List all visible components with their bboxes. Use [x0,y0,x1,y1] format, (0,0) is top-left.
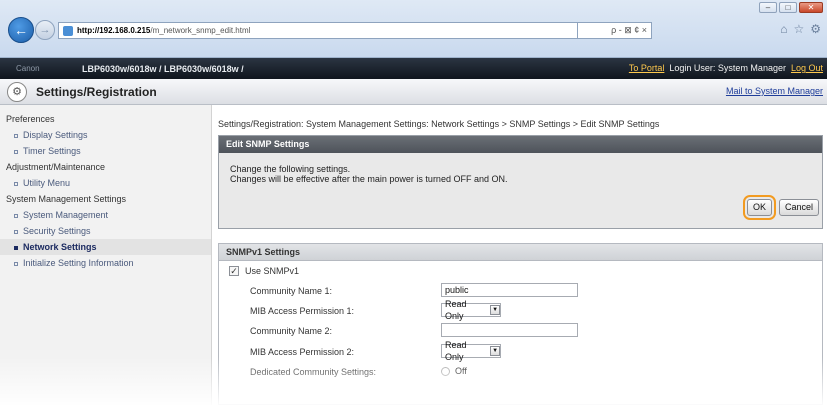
instruction-line-2: Changes will be effective after the main… [230,174,508,184]
mib-access-1-row: MIB Access Permission 1: Read Only ▼ [219,299,822,321]
window-controls: – □ ✕ [759,2,823,13]
dedicated-off-radio[interactable] [441,367,450,377]
bullet-icon [14,133,18,138]
panel-title: Edit SNMP Settings [219,136,822,153]
instruction-line-1: Change the following settings. [230,164,351,174]
home-icon[interactable]: ⌂ [780,22,787,36]
dedicated-off-label: Off [455,366,467,376]
sidebar-item-label: Initialize Setting Information [23,258,134,268]
bullet-icon [14,261,18,266]
forward-button[interactable]: → [35,20,55,40]
remote-ui-header: Canon LBP6030w/6018w / LBP6030w/6018w / … [0,58,827,79]
panel-instructions: Change the following settings. Changes w… [219,153,822,184]
sidebar-item-system-management[interactable]: System Management [0,207,211,223]
sidebar: Preferences Display Settings Timer Setti… [0,105,212,405]
use-snmpv1-row: ✓ Use SNMPv1 [219,262,822,282]
snmpv1-settings-section: SNMPv1 Settings ✓ Use SNMPv1 Community N… [218,243,823,405]
dedicated-community-label: Dedicated Community Settings: [250,367,377,377]
sidebar-item-label: Security Settings [23,226,91,236]
device-name: LBP6030w/6018w / LBP6030w/6018w / [82,63,244,74]
sidebar-item-utility-menu[interactable]: Utility Menu [0,175,211,191]
sidebar-item-label: Timer Settings [23,146,81,156]
logout-link[interactable]: Log Out [791,63,823,73]
community-name-2-label: Community Name 2: [250,326,333,336]
mib-access-2-label: MIB Access Permission 2: [250,347,355,357]
dedicated-community-row: Dedicated Community Settings: Off [219,362,822,382]
close-window-button[interactable]: ✕ [799,2,823,13]
community-name-1-label: Community Name 1: [250,286,333,296]
bullet-icon [14,181,18,186]
header-links: To Portal Login User: System Manager Log… [629,63,823,73]
main-content: Settings/Registration: System Management… [213,105,827,405]
mib-access-2-row: MIB Access Permission 2: Read Only ▼ [219,340,822,362]
brand-logo: Canon [16,64,40,73]
page-favicon-icon [63,25,73,36]
community-name-1-input[interactable]: public [441,283,578,297]
mail-to-system-manager-link[interactable]: Mail to System Manager [726,86,823,96]
bullet-icon [14,229,18,234]
bullet-icon [14,213,18,218]
dropdown-arrow-icon: ▼ [490,346,500,356]
mib-access-1-select[interactable]: Read Only ▼ [441,299,501,321]
sidebar-item-timer-settings[interactable]: Timer Settings [0,143,211,159]
sidebar-group-system-management: System Management Settings [6,194,127,204]
edit-snmp-panel: Edit SNMP Settings Change the following … [218,135,823,229]
bullet-icon [14,149,18,154]
breadcrumb: Settings/Registration: System Management… [218,119,660,129]
community-name-2-input[interactable] [441,323,578,337]
dropdown-arrow-icon: ▼ [490,305,500,315]
to-portal-link[interactable]: To Portal [629,63,665,73]
sidebar-item-display-settings[interactable]: Display Settings [0,127,211,143]
login-user-label: Login User: System Manager [669,63,786,73]
settings-gear-icon: ⚙ [7,81,27,102]
address-bar[interactable]: http://192.168.0.215 /m_network_snmp_edi… [58,22,578,39]
mib-access-1-label: MIB Access Permission 1: [250,306,355,316]
back-button[interactable]: ← [8,17,34,43]
cancel-button[interactable]: Cancel [778,199,819,216]
sidebar-item-label: Network Settings [23,242,97,252]
url-path: /m_network_snmp_edit.html [150,26,251,35]
page-title: Settings/Registration [36,84,157,99]
community-name-1-row: Community Name 1: public [219,281,822,301]
section-title: SNMPv1 Settings [219,244,822,261]
address-tools[interactable]: ρ - ⊠ ¢ × [578,22,652,39]
browser-chrome: – □ ✕ ← → http://192.168.0.215 /m_networ… [0,0,827,58]
minimize-button[interactable]: – [759,2,777,13]
sidebar-item-security-settings[interactable]: Security Settings [0,223,211,239]
page-title-bar: ⚙ Settings/Registration Mail to System M… [0,79,827,105]
bullet-icon [14,245,18,250]
sidebar-item-label: System Management [23,210,109,220]
url-host: http://192.168.0.215 [77,26,151,35]
toolbar-icons: ⌂ ☆ ⚙ [780,22,821,36]
gear-icon[interactable]: ⚙ [810,22,821,36]
action-buttons: OK Cancel [742,195,819,220]
sidebar-item-label: Utility Menu [23,178,71,188]
sidebar-item-network-settings[interactable]: Network Settings [0,239,211,255]
mib-access-2-select[interactable]: Read Only ▼ [441,340,501,362]
mib-access-2-value: Read Only [445,340,467,362]
maximize-button[interactable]: □ [779,2,797,13]
sidebar-group-adjustment: Adjustment/Maintenance [6,162,106,172]
community-name-2-row: Community Name 2: [219,321,822,341]
use-snmpv1-checkbox[interactable]: ✓ [229,266,239,276]
sidebar-group-preferences: Preferences [6,114,55,124]
sidebar-item-label: Display Settings [23,130,88,140]
ok-highlight: OK [742,195,776,220]
star-icon[interactable]: ☆ [793,22,804,36]
ok-button[interactable]: OK [746,199,772,216]
mib-access-1-value: Read Only [445,299,467,321]
use-snmpv1-label: Use SNMPv1 [245,266,300,276]
sidebar-item-initialize-setting-information[interactable]: Initialize Setting Information [0,255,211,271]
